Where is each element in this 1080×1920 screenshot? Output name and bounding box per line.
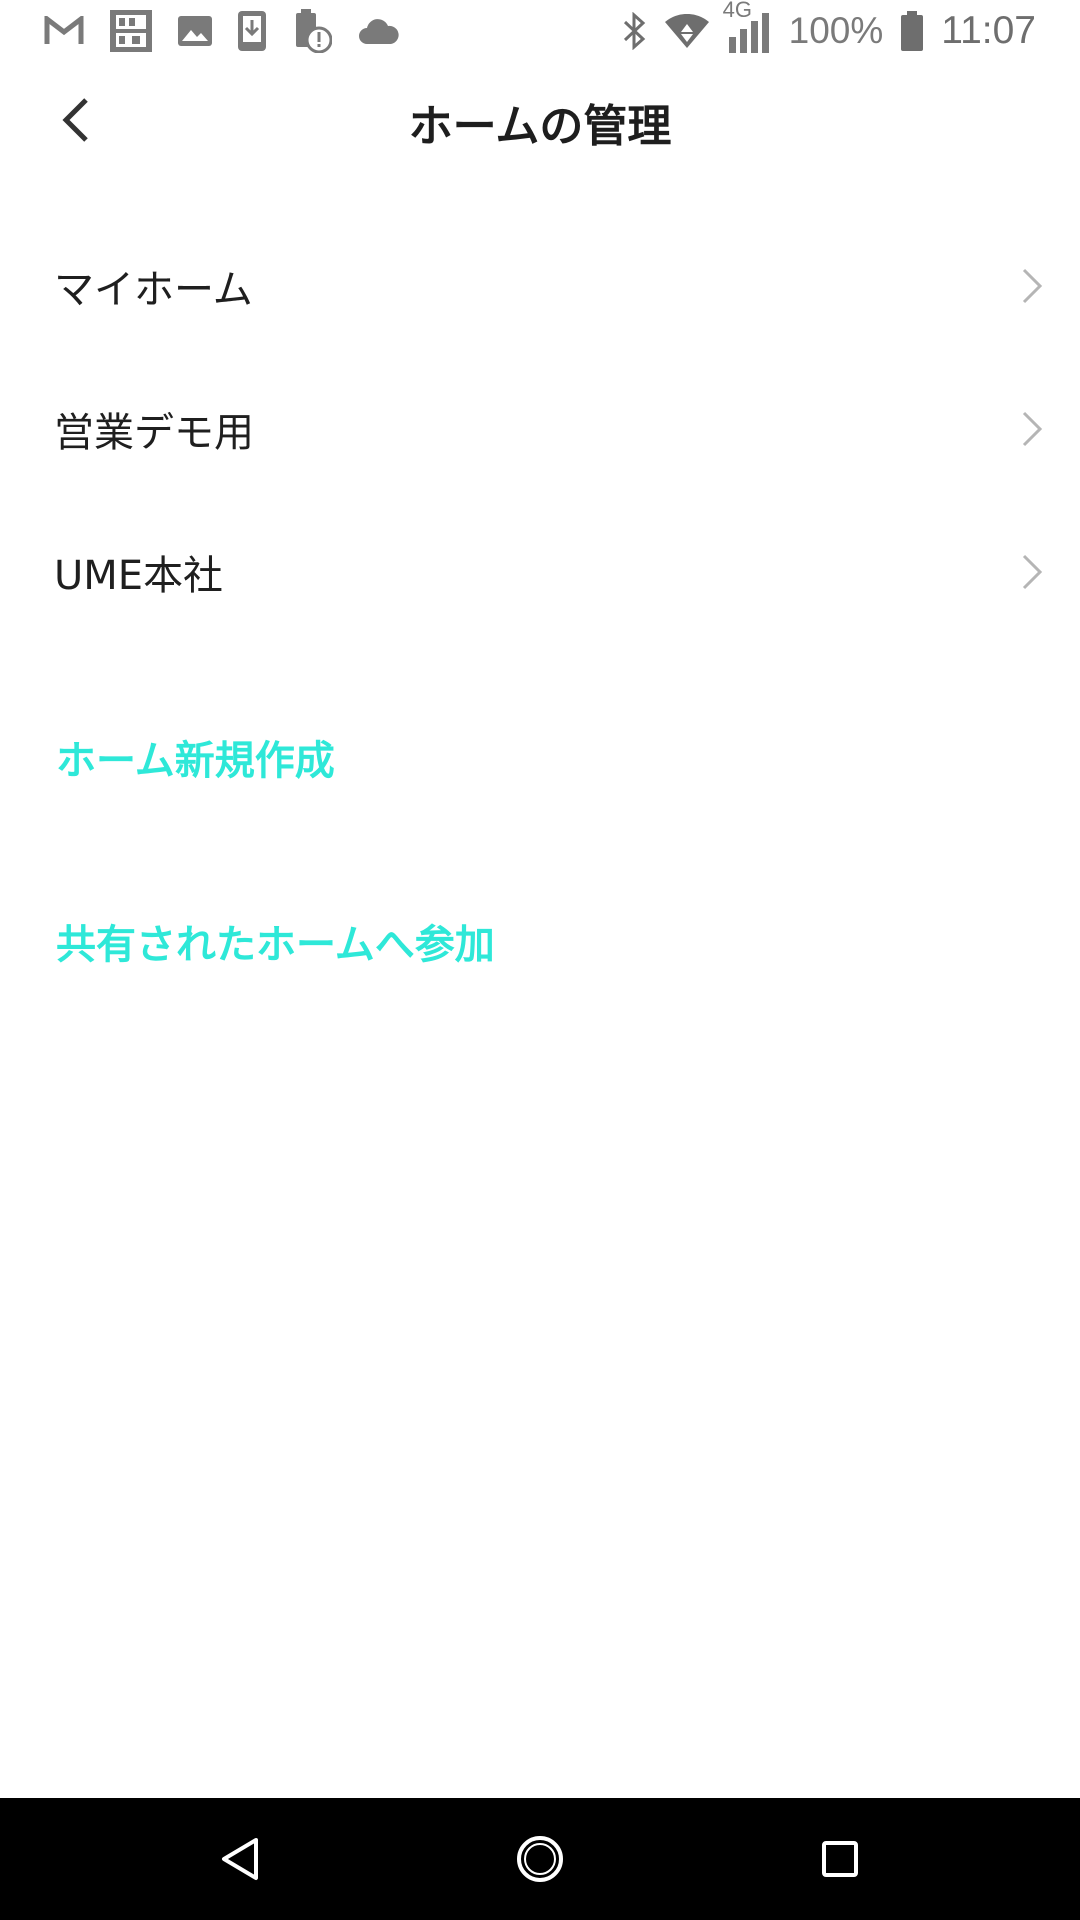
nav-recents-button[interactable] <box>770 1798 910 1920</box>
system-indicators: 4G 100% 11:07 <box>605 0 1036 53</box>
home-item-label: 営業デモ用 <box>54 409 254 456</box>
image-icon <box>178 16 212 46</box>
network-type-label: 4G <box>722 0 753 22</box>
notification-icons <box>44 9 426 53</box>
nav-back-button[interactable] <box>170 1798 310 1920</box>
bluetooth-icon <box>623 12 647 50</box>
home-list: マイホーム 営業デモ用 UME本社 <box>0 214 1080 643</box>
home-item-my-home[interactable]: マイホーム <box>0 214 1080 357</box>
signal-icon: 4G <box>723 0 771 53</box>
circle-home-icon <box>517 1836 563 1882</box>
screen: 4G 100% 11:07 ホームの管理 マイホーム 営業デモ用 UME本社 ホ… <box>0 0 1080 1920</box>
gmail-icon <box>44 16 84 46</box>
create-home-link[interactable]: ホーム新規作成 <box>56 728 335 786</box>
chevron-right-icon <box>1020 409 1044 449</box>
chevron-right-icon <box>1020 552 1044 592</box>
cloud-icon <box>358 18 400 44</box>
chevron-right-icon <box>1020 266 1044 306</box>
battery-alert-icon <box>292 9 332 53</box>
status-bar: 4G 100% 11:07 <box>0 0 1080 62</box>
iconit-icon <box>110 10 152 52</box>
clock: 11:07 <box>941 9 1036 52</box>
navigation-bar <box>0 1798 1080 1920</box>
battery-percentage: 100% <box>788 10 884 51</box>
home-item-label: UME本社 <box>54 552 224 599</box>
nav-home-button[interactable] <box>470 1798 610 1920</box>
battery-icon <box>901 11 924 51</box>
page-title: ホームの管理 <box>408 101 672 152</box>
triangle-back-icon <box>222 1838 258 1880</box>
header: ホームの管理 <box>0 62 1080 174</box>
square-recents-icon <box>822 1841 858 1877</box>
home-item-label: マイホーム <box>54 266 253 313</box>
home-item-ume-hq[interactable]: UME本社 <box>0 500 1080 643</box>
home-item-sales-demo[interactable]: 営業デモ用 <box>0 357 1080 500</box>
wifi-icon <box>664 14 709 48</box>
join-shared-home-link[interactable]: 共有されたホームへ参加 <box>56 912 495 970</box>
download-icon <box>238 11 266 51</box>
